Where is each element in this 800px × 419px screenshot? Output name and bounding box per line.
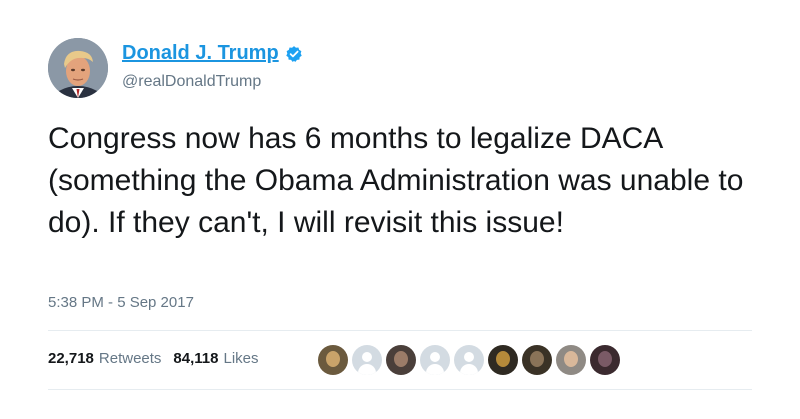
divider bbox=[48, 330, 752, 331]
liker-avatar[interactable] bbox=[454, 345, 484, 375]
likers-avatar-list bbox=[318, 345, 620, 375]
liker-photo bbox=[598, 351, 612, 367]
likes-label: Likes bbox=[223, 350, 259, 367]
liker-photo bbox=[530, 351, 544, 367]
user-name-row: Donald J. Trump bbox=[122, 42, 303, 65]
retweets-label: Retweets bbox=[98, 350, 162, 367]
likes-stat[interactable]: 84,118 Likes bbox=[173, 350, 258, 367]
likes-count: 84,118 bbox=[173, 350, 219, 367]
liker-avatar[interactable] bbox=[318, 345, 348, 375]
liker-avatar[interactable] bbox=[352, 345, 382, 375]
tweet-card: Donald J. Trump @realDonaldTrump Congres… bbox=[0, 0, 800, 419]
tweet-text: Congress now has 6 months to legalize DA… bbox=[48, 122, 744, 239]
liker-avatar[interactable] bbox=[556, 345, 586, 375]
user-avatar[interactable] bbox=[48, 38, 108, 98]
user-display-name[interactable]: Donald J. Trump bbox=[122, 42, 279, 65]
liker-photo bbox=[496, 351, 510, 367]
liker-avatar[interactable] bbox=[522, 345, 552, 375]
retweets-stat[interactable]: 22,718 Retweets bbox=[48, 350, 161, 367]
default-avatar-body bbox=[358, 364, 376, 375]
default-avatar-body bbox=[460, 364, 478, 375]
liker-avatar[interactable] bbox=[386, 345, 416, 375]
liker-avatar[interactable] bbox=[420, 345, 450, 375]
tweet-timestamp[interactable]: 5:38 PM - 5 Sep 2017 bbox=[48, 294, 194, 311]
liker-photo bbox=[564, 351, 578, 367]
liker-avatar[interactable] bbox=[488, 345, 518, 375]
divider bbox=[48, 389, 752, 390]
liker-photo bbox=[394, 351, 408, 367]
tweet-stats: 22,718 Retweets 84,118 Likes bbox=[48, 350, 259, 367]
liker-photo bbox=[326, 351, 340, 367]
avatar-photo bbox=[48, 38, 108, 98]
verified-badge-icon bbox=[285, 45, 303, 63]
default-avatar-body bbox=[426, 364, 444, 375]
default-avatar-head bbox=[362, 352, 372, 362]
retweets-count: 22,718 bbox=[48, 350, 94, 367]
liker-avatar[interactable] bbox=[590, 345, 620, 375]
default-avatar-head bbox=[464, 352, 474, 362]
default-avatar-head bbox=[430, 352, 440, 362]
user-handle[interactable]: @realDonaldTrump bbox=[122, 73, 261, 91]
